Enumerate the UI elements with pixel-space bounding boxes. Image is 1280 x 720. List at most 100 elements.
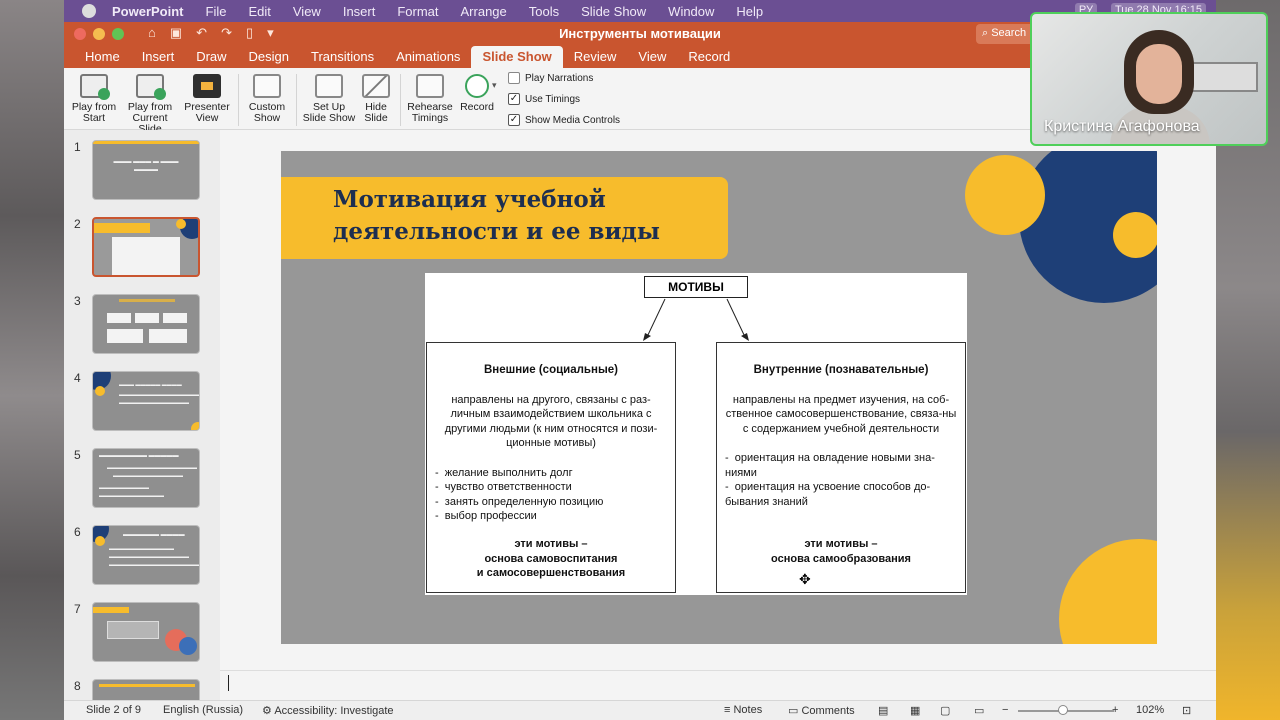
slide-thumb-image: ▬▬▬ ▬▬▬ ▬ ▬▬▬ ▬▬▬▬ bbox=[92, 140, 200, 200]
decor-yellow-circle bbox=[965, 155, 1045, 235]
play-narrations-checkbox[interactable]: Play Narrations bbox=[508, 72, 593, 84]
show-media-controls-box[interactable]: ✓ bbox=[508, 114, 520, 126]
menu-arrange[interactable]: Arrange bbox=[461, 4, 507, 19]
use-timings-checkbox[interactable]: ✓ Use Timings bbox=[508, 93, 580, 105]
zoom-out-icon[interactable]: − bbox=[1002, 704, 1008, 716]
play-from-current-icon bbox=[136, 74, 166, 100]
use-timings-label: Use Timings bbox=[525, 93, 581, 105]
presenter-view-icon bbox=[193, 74, 221, 98]
slide-thumb-image: ▬▬▬ ▬▬▬▬▬ ▬▬▬▬ ▬▬▬▬▬▬▬▬▬▬▬▬▬▬▬▬ ▬▬▬▬▬▬▬▬… bbox=[92, 371, 200, 431]
slide-sorter-icon[interactable]: ▦ bbox=[910, 704, 920, 717]
zoom-slider-handle[interactable] bbox=[1058, 705, 1068, 715]
tab-home[interactable]: Home bbox=[74, 46, 131, 68]
menu-tools[interactable]: Tools bbox=[529, 4, 559, 19]
set-up-slide-show-button[interactable]: Set Up Slide Show bbox=[302, 74, 356, 124]
footer-line: основа самовоспитания bbox=[484, 552, 618, 565]
tab-review[interactable]: Review bbox=[563, 46, 628, 68]
slide-thumb-image bbox=[92, 294, 200, 354]
tab-design[interactable]: Design bbox=[238, 46, 300, 68]
internal-motives-list: - ориентация на овладение новыми зна-ния… bbox=[717, 451, 965, 509]
fit-to-window-icon[interactable]: ⊡ bbox=[1182, 704, 1191, 717]
menu-file[interactable]: File bbox=[206, 4, 227, 19]
tab-draw[interactable]: Draw bbox=[185, 46, 237, 68]
menu-view[interactable]: View bbox=[293, 4, 321, 19]
slide-title[interactable]: Мотивация учебной деятельности и ее виды bbox=[333, 184, 660, 248]
language-indicator[interactable]: English (Russia) bbox=[163, 704, 243, 716]
record-label: Record bbox=[460, 101, 494, 113]
search-input[interactable]: ⌕ Search bbox=[976, 24, 1036, 44]
list-item: - чувство ответственности bbox=[435, 481, 572, 493]
tab-record[interactable]: Record bbox=[677, 46, 741, 68]
menu-help[interactable]: Help bbox=[736, 4, 763, 19]
show-media-controls-label: Show Media Controls bbox=[525, 114, 621, 126]
slide-thumb-number: 3 bbox=[74, 294, 81, 308]
motives-diagram[interactable]: МОТИВЫ Внешние (социальные) направлены н… bbox=[425, 273, 967, 595]
list-item: - ориентация на усвоение способов до-быв… bbox=[725, 481, 931, 508]
external-motives-box: Внешние (социальные) направлены на друго… bbox=[426, 342, 676, 593]
menu-insert[interactable]: Insert bbox=[343, 4, 376, 19]
tab-view[interactable]: View bbox=[627, 46, 677, 68]
presenter-name: Кристина Агафонова bbox=[1044, 118, 1200, 135]
status-bar: Slide 2 of 9 English (Russia) ⚙ Accessib… bbox=[64, 700, 1216, 720]
slide-thumb-number: 6 bbox=[74, 525, 81, 539]
tab-animations[interactable]: Animations bbox=[385, 46, 471, 68]
internal-motives-footer: эти мотивы – основа самообразования bbox=[717, 537, 965, 566]
list-item: - ориентация на овладение новыми зна-ния… bbox=[725, 452, 935, 479]
play-narrations-box[interactable] bbox=[508, 72, 520, 84]
slide-thumb-number: 8 bbox=[74, 679, 81, 693]
accessibility-status[interactable]: ⚙ Accessibility: Investigate bbox=[262, 704, 394, 717]
reading-view-icon[interactable]: ▢ bbox=[940, 704, 950, 717]
menu-window[interactable]: Window bbox=[668, 4, 714, 19]
set-up-label: Set Up Slide Show bbox=[302, 101, 356, 124]
normal-view-icon[interactable]: ▤ bbox=[878, 704, 888, 717]
diagram-arrows bbox=[643, 298, 749, 341]
slide-thumb-number: 1 bbox=[74, 140, 81, 154]
zoom-in-icon[interactable]: + bbox=[1112, 704, 1118, 716]
slideshow-view-icon[interactable]: ▭ bbox=[974, 704, 984, 717]
footer-line: эти мотивы – bbox=[514, 538, 588, 550]
slide-position: Slide 2 of 9 bbox=[86, 704, 142, 716]
mouse-cursor-icon: ✥ bbox=[799, 571, 811, 587]
notes-toggle[interactable]: ≡ Notes bbox=[724, 704, 762, 716]
tab-insert[interactable]: Insert bbox=[131, 46, 186, 68]
comments-toggle[interactable]: ▭ Comments bbox=[788, 704, 855, 717]
tab-slide-show[interactable]: Slide Show bbox=[471, 46, 563, 68]
apple-icon[interactable] bbox=[82, 4, 96, 18]
play-from-current-button[interactable]: Play from Current Slide bbox=[120, 74, 180, 135]
list-item: - занять определенную позицию bbox=[435, 495, 604, 508]
external-motives-list: - желание выполнить долг - чувство ответ… bbox=[427, 466, 675, 524]
play-from-start-button[interactable]: Play from Start bbox=[70, 74, 118, 124]
menu-slide-show[interactable]: Slide Show bbox=[581, 4, 646, 19]
slide-thumb-number: 7 bbox=[74, 602, 81, 616]
play-narrations-label: Play Narrations bbox=[525, 72, 594, 84]
tab-transitions[interactable]: Transitions bbox=[300, 46, 385, 68]
notes-label: Notes bbox=[733, 704, 763, 716]
slide-thumbnails-panel: 1 ▬▬▬ ▬▬▬ ▬ ▬▬▬ ▬▬▬▬ 2 3 4 ▬▬▬ ▬▬▬▬▬ ▬▬▬… bbox=[64, 130, 220, 700]
menu-edit[interactable]: Edit bbox=[248, 4, 270, 19]
custom-show-button[interactable]: Custom Show bbox=[244, 74, 290, 124]
use-timings-box[interactable]: ✓ bbox=[508, 93, 520, 105]
list-item: - желание выполнить долг bbox=[435, 466, 573, 479]
presenter-view-button[interactable]: Presenter View bbox=[182, 74, 232, 124]
accessibility-icon: ⚙ bbox=[262, 705, 272, 717]
accessibility-label: Accessibility: Investigate bbox=[274, 705, 394, 717]
external-motives-footer: эти мотивы – основа самовоспитания и сам… bbox=[427, 537, 675, 581]
menu-app-name[interactable]: PowerPoint bbox=[112, 4, 184, 19]
menu-format[interactable]: Format bbox=[397, 4, 438, 19]
zoom-level[interactable]: 102% bbox=[1136, 704, 1164, 716]
ribbon-separator bbox=[400, 74, 401, 126]
record-icon bbox=[465, 74, 489, 98]
play-from-start-label: Play from Start bbox=[71, 101, 117, 124]
rehearse-timings-button[interactable]: Rehearse Timings bbox=[406, 74, 454, 124]
text-caret bbox=[228, 675, 229, 691]
decor-yellow-circle-bottom bbox=[1059, 539, 1157, 644]
current-slide-canvas[interactable]: Мотивация учебной деятельности и ее виды… bbox=[281, 151, 1157, 644]
record-dropdown-chevron-icon[interactable]: ▾ bbox=[492, 80, 497, 91]
list-item: - выбор профессии bbox=[435, 510, 537, 522]
show-media-controls-checkbox[interactable]: ✓ Show Media Controls bbox=[508, 114, 620, 126]
hide-slide-button[interactable]: Hide Slide bbox=[358, 74, 394, 124]
comments-icon: ▭ bbox=[788, 705, 799, 717]
notes-icon: ≡ bbox=[724, 704, 731, 716]
notes-pane[interactable] bbox=[220, 670, 1216, 700]
stopwatch-icon bbox=[416, 74, 444, 98]
